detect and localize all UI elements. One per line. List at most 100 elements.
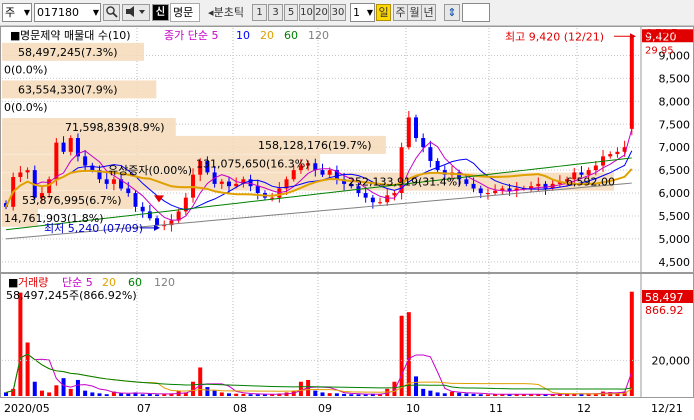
period-button-5[interactable]: 5 (284, 4, 298, 21)
price-axis-tick: 4,500 (659, 256, 691, 269)
volume-pct-label: 866.92 (645, 304, 684, 317)
volume-legend-item: 120 (154, 276, 175, 289)
candle-body (68, 138, 73, 152)
volume-bar (119, 393, 124, 396)
candle-body (104, 179, 109, 184)
price-axis-tick: 5,000 (659, 233, 691, 246)
candle-body (54, 142, 59, 180)
volume-bar (414, 376, 419, 396)
x-axis-label: 2020/05 (4, 402, 50, 415)
volume-bar (629, 291, 634, 396)
sort-updown-button[interactable]: ⇕ (444, 4, 460, 21)
low-price-note: 최저 5,240 (07/09) (44, 222, 143, 235)
candle-body (406, 117, 411, 148)
volume-bar (334, 393, 339, 396)
volume-profile-label: 0(0.0%) (4, 63, 48, 76)
price-legend-item: 종가 단순 5 (164, 29, 218, 42)
candle-body (219, 181, 224, 184)
volume-bar (126, 393, 131, 396)
candle-body (507, 188, 512, 191)
candle-body (291, 170, 296, 180)
market-select[interactable]: 주 ▼ (2, 3, 32, 22)
volume-axis-tick: 20,000 (652, 354, 691, 367)
candle-body (485, 193, 490, 195)
candle-body (370, 197, 375, 203)
candle-body (111, 179, 116, 184)
interval-value: 1 (353, 6, 360, 19)
analysis-label: 분초틱 (213, 6, 244, 19)
tab-주[interactable]: 주 (393, 4, 408, 21)
volume-bar (61, 378, 66, 396)
stock-chart[interactable]: 9,0008,5008,0007,5007,0006,5006,0005,500… (0, 26, 694, 417)
volume-bar (32, 381, 37, 396)
volume-bar (162, 394, 167, 396)
period-button-1[interactable]: 1 (252, 4, 267, 21)
candle-body (234, 183, 239, 187)
stock-code-input[interactable]: 017180 ▼ (34, 3, 101, 22)
candle-body (615, 151, 620, 155)
candle-body (385, 195, 390, 203)
interval-select[interactable]: 1 ▼ (350, 3, 375, 22)
market-select-value: 주 (5, 6, 16, 19)
candle-body (61, 142, 66, 152)
period-button-10[interactable]: 10 (299, 4, 314, 21)
candle-body (478, 188, 483, 194)
volume-bar (320, 392, 325, 396)
candle-body (536, 183, 541, 187)
x-axis-label: 09 (318, 402, 332, 415)
volume-bar (313, 390, 318, 396)
candle-body (586, 170, 591, 175)
volume-bar (457, 392, 462, 396)
volume-profile-label: 252,133,919(31.4%) (348, 176, 462, 189)
x-axis-label: 12/21 (651, 402, 683, 415)
volume-bar (212, 390, 217, 396)
volume-bar (392, 381, 397, 396)
x-axis-label: 08 (233, 402, 247, 415)
search-button[interactable] (103, 4, 120, 21)
price-legend-item: 10 (236, 29, 250, 42)
poc-label: 6,592.00 (566, 176, 615, 189)
candle-body (414, 117, 419, 139)
volume-bar (104, 394, 109, 396)
analysis-button[interactable]: ◂분초틱 (201, 4, 251, 21)
volume-bar (68, 388, 73, 396)
extra-input[interactable] (462, 3, 490, 22)
candle-body (140, 206, 145, 212)
candle-body (226, 181, 231, 187)
volume-bar (219, 392, 224, 396)
tab-일[interactable]: 일 (376, 4, 391, 21)
volume-bar (478, 394, 483, 396)
volume-bar (435, 392, 440, 396)
high-price-note: 최고 9,420 (12/21) (505, 30, 604, 43)
volume-bar (471, 393, 476, 396)
volume-bar (18, 292, 23, 396)
volume-profile-label: 71,598,839(8.9%) (65, 121, 165, 134)
volume-legend-item: 60 (128, 276, 142, 289)
price-legend-item: 60 (284, 29, 298, 42)
candle-body (471, 183, 476, 189)
tab-월[interactable]: 월 (407, 4, 422, 21)
volume-bar (226, 393, 231, 396)
volume-bar (97, 393, 102, 396)
volume-bar (298, 381, 303, 396)
period-button-20[interactable]: 20 (314, 4, 329, 21)
candle-body (464, 179, 469, 184)
period-button-30[interactable]: 30 (330, 4, 346, 21)
tab-년[interactable]: 년 (421, 4, 436, 21)
volume-legend-marker: ■ (8, 276, 18, 289)
sound-button[interactable] (122, 4, 150, 21)
x-axis-label: 11 (489, 402, 503, 415)
volume-legend-item: 단순 5 (62, 276, 93, 289)
volume-bar (47, 392, 52, 396)
stock-code-value: 017180 (37, 6, 79, 19)
volume-bar (262, 394, 267, 396)
chevron-down-icon: ▼ (23, 8, 30, 17)
volume-bar (155, 394, 160, 396)
volume-bar (248, 394, 253, 396)
price-axis-tick: 8,500 (659, 72, 691, 85)
new-badge: 신 (152, 4, 169, 21)
volume-bar (327, 393, 332, 396)
period-button-3[interactable]: 3 (268, 4, 283, 21)
candle-body (392, 193, 397, 196)
volume-profile-label: 158,128,176(19.7%) (258, 139, 372, 152)
